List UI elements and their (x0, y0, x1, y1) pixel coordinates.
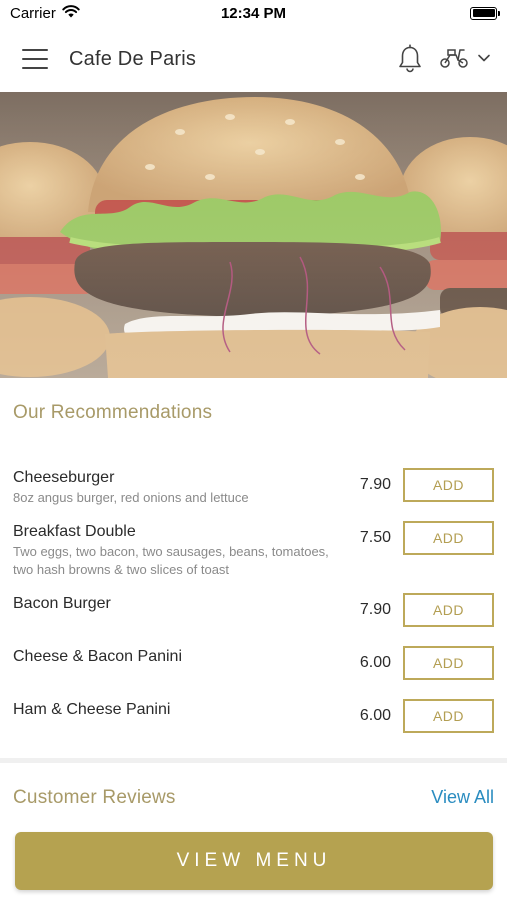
menu-item: Bacon Burger 7.90 ADD (0, 593, 507, 627)
nav-actions (397, 44, 491, 74)
carrier-label: Carrier (10, 4, 56, 22)
reviews-title: Customer Reviews (13, 787, 176, 808)
menu-item: Cheese & Bacon Panini 6.00 ADD (0, 646, 507, 680)
add-button[interactable]: ADD (403, 468, 494, 502)
recommendations-title: Our Recommendations (13, 402, 213, 423)
item-name: Ham & Cheese Panini (13, 701, 171, 718)
chevron-down-icon (477, 50, 491, 68)
battery-icon (470, 6, 500, 20)
view-all-link[interactable]: View All (431, 787, 494, 808)
item-name: Cheeseburger (13, 469, 115, 486)
add-button[interactable]: ADD (403, 521, 494, 555)
add-button[interactable]: ADD (403, 593, 494, 627)
status-bar: Carrier 12:34 PM (0, 0, 507, 26)
add-button[interactable]: ADD (403, 699, 494, 733)
item-price: 6.00 (359, 707, 391, 724)
page-title: Cafe De Paris (69, 47, 197, 70)
item-name: Cheese & Bacon Panini (13, 648, 182, 665)
scooter-icon (439, 45, 469, 74)
menu-item: Cheeseburger 8oz angus burger, red onion… (0, 468, 507, 510)
item-description: Two eggs, two bacon, two sausages, beans… (13, 544, 329, 577)
add-button[interactable]: ADD (403, 646, 494, 680)
menu-item: Ham & Cheese Panini 6.00 ADD (0, 699, 507, 733)
bell-icon[interactable] (397, 44, 423, 74)
item-name: Bacon Burger (13, 595, 111, 612)
item-price: 7.90 (359, 601, 391, 618)
menu-item: Breakfast Double Two eggs, two bacon, tw… (0, 521, 507, 581)
item-price: 7.50 (359, 529, 391, 546)
nav-bar: Cafe De Paris (0, 26, 507, 92)
status-left: Carrier (10, 5, 80, 22)
delivery-selector[interactable] (439, 45, 491, 74)
item-price: 6.00 (359, 654, 391, 671)
view-menu-button[interactable]: VIEW MENU (15, 832, 493, 890)
item-price: 7.90 (359, 476, 391, 493)
hamburger-icon[interactable] (22, 49, 48, 69)
item-description: 8oz angus burger, red onions and lettuce (13, 490, 249, 505)
hero-image (0, 92, 507, 378)
section-divider (0, 758, 507, 763)
app-screen: Carrier 12:34 PM Cafe De Paris Our Recom… (0, 0, 507, 900)
wifi-icon (62, 4, 80, 22)
item-name: Breakfast Double (13, 523, 136, 540)
